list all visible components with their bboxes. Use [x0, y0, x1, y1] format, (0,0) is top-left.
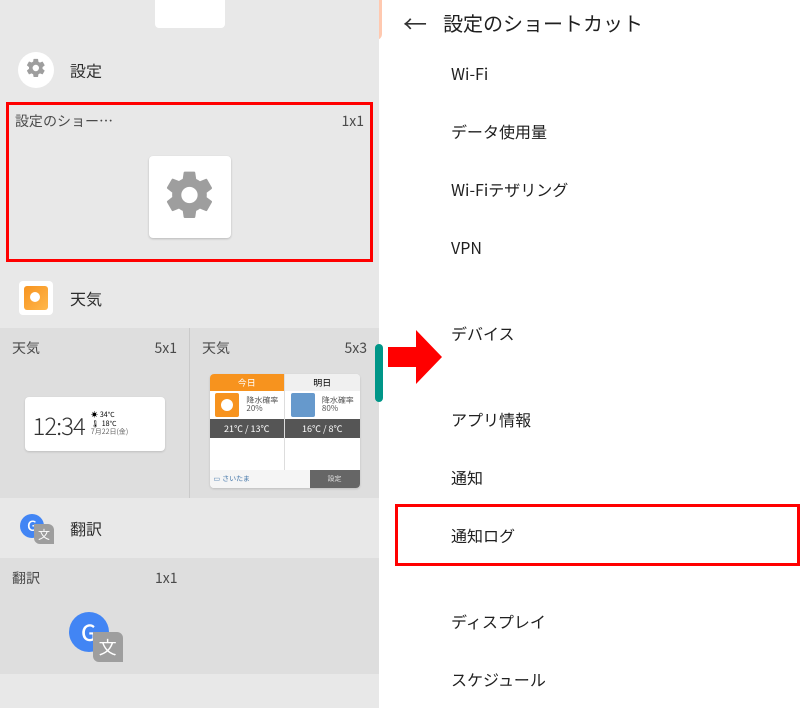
widget-label-weather1: 天気 [12, 338, 40, 358]
shortcut-item-vpn[interactable]: VPN [451, 218, 792, 276]
day-today: 今日 [210, 374, 285, 391]
translate-widget[interactable]: 翻訳 1x1 G 文 [0, 558, 190, 674]
tomorrow-temps: 16℃ / 8℃ [285, 419, 360, 438]
widget-size-weather2: 5x3 [344, 338, 367, 358]
section-translate[interactable]: G 文 翻訳 [0, 498, 379, 558]
weather-location: ▭さいたま [210, 470, 310, 488]
arrow-left-icon: ← [403, 5, 427, 40]
weather-settings-btn[interactable]: 設定 [310, 470, 360, 488]
widget-label-translate: 翻訳 [12, 568, 40, 588]
widget-size-weather1: 5x1 [154, 338, 177, 358]
page-title: 設定のショートカット [443, 8, 643, 37]
shortcut-item-wifi[interactable]: Wi-Fi [451, 44, 792, 102]
shortcut-item-device[interactable]: デバイス [451, 304, 792, 362]
guide-arrow-icon [388, 330, 442, 384]
shortcut-item-tethering[interactable]: Wi-Fiテザリング [451, 160, 792, 218]
cloud-icon [291, 393, 315, 417]
shortcut-item-schedule[interactable]: スケジュール [451, 650, 792, 708]
today-temps: 21℃ / 13℃ [210, 419, 285, 438]
sun-icon [215, 393, 239, 417]
widget-picker-panel: 設定 設定のショー… 1x1 天気 天気 5x1 12:34 [0, 0, 379, 708]
widget-label-settings: 設定のショー… [15, 111, 113, 131]
shortcut-item-notification-log[interactable]: 通知ログ [397, 506, 798, 564]
section-settings[interactable]: 設定 [0, 40, 379, 100]
clock-date: 7月22日(金) [91, 428, 128, 436]
widget-label-weather2: 天気 [202, 338, 230, 358]
scroll-handle[interactable] [375, 344, 383, 402]
shortcut-picker-panel: ← 設定のショートカット Wi-Fi データ使用量 Wi-Fiテザリング VPN… [379, 0, 800, 708]
weather-app-icon [19, 281, 53, 315]
section-title-translate: 翻訳 [70, 516, 102, 540]
shortcut-item-notifications[interactable]: 通知 [451, 448, 792, 506]
shortcut-item-data-usage[interactable]: データ使用量 [451, 102, 792, 160]
highlight-settings-widget: 設定のショー… 1x1 [6, 102, 373, 262]
weather-widget-5x3[interactable]: 天気 5x3 今日 降水確率20% 21℃ / 13℃ 明日 降水確率80% [190, 328, 379, 498]
gear-icon [162, 167, 218, 228]
widget-size-translate: 1x1 [155, 568, 178, 588]
gear-icon [25, 57, 47, 84]
shortcut-item-app-info[interactable]: アプリ情報 [451, 390, 792, 448]
settings-shortcut-widget[interactable] [15, 147, 364, 247]
shortcut-item-display[interactable]: ディスプレイ [451, 592, 792, 650]
clock-time: 12:34 [33, 407, 85, 442]
translate-app-icon: G 文 [18, 510, 54, 546]
section-title-weather: 天気 [70, 286, 102, 310]
section-weather[interactable]: 天気 [0, 268, 379, 328]
weather-widget-5x1[interactable]: 天気 5x1 12:34 ☀34℃ 🌡18℃ 7月22日(金) [0, 328, 189, 498]
prev-widget-stub [0, 0, 379, 40]
section-title-settings: 設定 [70, 58, 102, 82]
back-button[interactable]: ← [395, 2, 435, 42]
day-tomorrow: 明日 [285, 374, 360, 391]
translate-icon: G 文 [67, 608, 123, 664]
widget-size-settings: 1x1 [341, 111, 364, 131]
